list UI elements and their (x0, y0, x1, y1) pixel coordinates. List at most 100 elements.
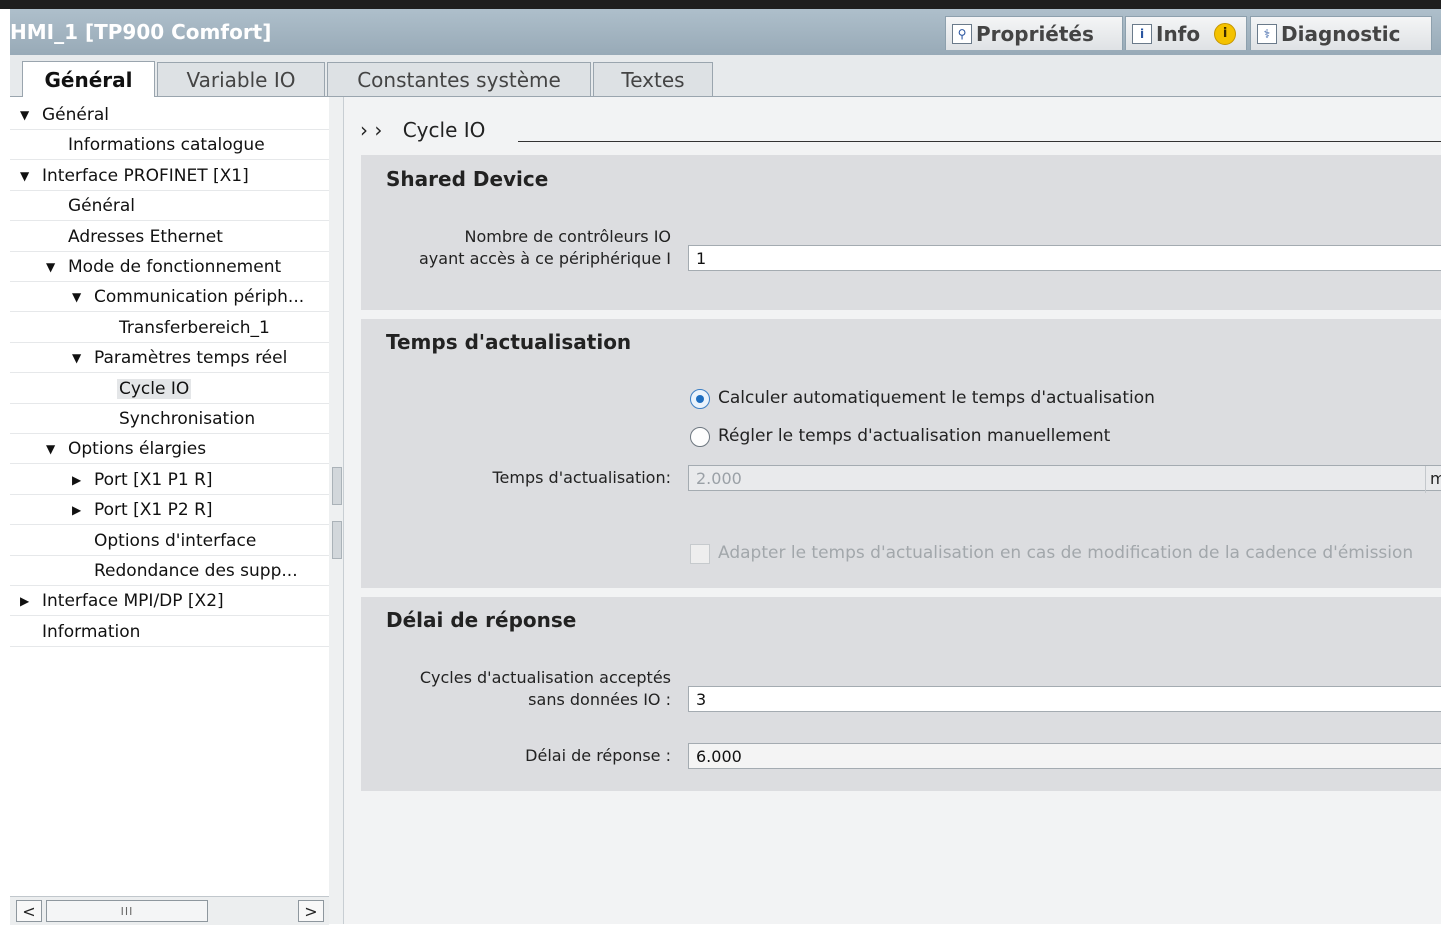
scroll-right-button[interactable]: > (298, 900, 324, 922)
tree-item[interactable]: ▶ Interface MPI/DP [X2] (10, 586, 329, 616)
expand-right-handle[interactable] (332, 521, 342, 559)
collapsed-triangle-icon[interactable]: ▶ (72, 473, 81, 487)
accepted-cycles-label-line2: sans données IO : (528, 690, 671, 709)
watchdog-time-field: 6.000 (688, 743, 1441, 769)
collapsed-triangle-icon[interactable]: ▶ (72, 503, 81, 517)
tree-item[interactable]: ▼ Mode de fonctionnement (10, 252, 329, 282)
window-frame-left (0, 9, 10, 924)
radio-manual-update-time[interactable] (690, 427, 710, 447)
accepted-cycles-label: Cycles d'actualisation acceptés sans don… (420, 667, 671, 711)
tree-item[interactable]: ▼ Interface PROFINET [X1] (10, 161, 329, 191)
tree-item-label: Interface PROFINET [X1] (42, 166, 249, 186)
watchdog-time-label: Délai de réponse : (525, 746, 671, 765)
heading-rule (518, 141, 1441, 142)
tree-item-label: Interface MPI/DP [X2] (42, 591, 224, 611)
info-warning-icon: i (1214, 22, 1237, 45)
tree-item[interactable]: ▶ Port [X1 P1 R] (10, 465, 329, 495)
tab-properties-label: Propriétés (976, 21, 1094, 46)
tree-item[interactable]: Redondance des supp... (10, 556, 329, 586)
tree-item-label: Paramètres temps réel (94, 348, 288, 368)
tree-item-label: Mode de fonctionnement (68, 257, 282, 277)
radio-auto-update-time[interactable] (690, 389, 710, 409)
tree-item-label: Port [X1 P2 R] (94, 500, 213, 520)
expanded-triangle-icon[interactable]: ▼ (20, 169, 29, 183)
tab-info-label: Info (1156, 21, 1201, 46)
update-time-section: Temps d'actualisation Calculer automatiq… (361, 319, 1441, 588)
radio-manual-label: Régler le temps d'actualisation manuelle… (718, 426, 1111, 446)
update-time-unit: m (1425, 466, 1441, 493)
collapsed-triangle-icon[interactable]: ▶ (20, 594, 29, 608)
expanded-triangle-icon[interactable]: ▼ (72, 290, 81, 304)
tab-texts[interactable]: Textes (593, 62, 713, 96)
tab-info[interactable]: i Info i (1125, 16, 1247, 50)
tab-properties[interactable]: ⚲ Propriétés (945, 16, 1123, 50)
expanded-triangle-icon[interactable]: ▼ (72, 351, 81, 365)
update-time-title: Temps d'actualisation (386, 330, 632, 354)
tab-system-constants[interactable]: Constantes système (327, 62, 591, 96)
tree-item-label: Adresses Ethernet (68, 227, 223, 247)
tree-item-label: Options élargies (68, 439, 207, 459)
breadcrumb-arrows-icon: › › (360, 118, 383, 142)
controllers-label-line2: ayant accès à ce périphérique I (419, 249, 671, 268)
update-time-label: Temps d'actualisation: (492, 468, 671, 487)
tree-item[interactable]: Transferbereich_1 (10, 313, 329, 343)
breadcrumb: › › Cycle IO (360, 118, 485, 142)
tab-general[interactable]: Général (22, 61, 155, 97)
diagnostic-icon: ⚕ (1257, 23, 1277, 44)
tree-item[interactable]: ▼ Communication périph... (10, 282, 329, 312)
update-time-field: 2.000 m (688, 465, 1441, 493)
tree-item[interactable]: Information (10, 617, 329, 647)
tree-item-label: Général (42, 105, 109, 125)
tree-item[interactable]: Synchronisation (10, 404, 329, 434)
tree-item-label: Port [X1 P1 R] (94, 470, 213, 490)
section-heading: Cycle IO (402, 118, 486, 142)
shared-device-title: Shared Device (386, 167, 549, 191)
window-title: HMI_1 [TP900 Comfort] (10, 20, 272, 44)
tree-item[interactable]: ▼ Général (10, 100, 329, 130)
expanded-triangle-icon[interactable]: ▼ (46, 260, 55, 274)
expanded-triangle-icon[interactable]: ▼ (20, 108, 29, 122)
adapt-update-time-label: Adapter le temps d'actualisation en cas … (718, 543, 1414, 563)
tree-item-label: Options d'interface (94, 531, 257, 551)
shared-device-section: Shared Device Nombre de contrôleurs IO a… (361, 155, 1441, 310)
tree-item[interactable]: Général (10, 191, 329, 221)
scroll-thumb[interactable]: III (46, 900, 208, 922)
expanded-triangle-icon[interactable]: ▼ (46, 442, 55, 456)
radio-auto-label: Calculer automatiquement le temps d'actu… (718, 388, 1155, 408)
tree-item[interactable]: Adresses Ethernet (10, 222, 329, 252)
tab-diagnostic[interactable]: ⚕ Diagnostic (1250, 16, 1432, 50)
tree-item[interactable]: Cycle IO (10, 374, 329, 404)
properties-icon: ⚲ (952, 23, 972, 44)
navigation-tree: ▼ Général Informations catalogue ▼ Interface… (10, 97, 330, 897)
tree-item-label: Communication périph... (94, 287, 305, 307)
accepted-cycles-field[interactable]: 3 (688, 686, 1441, 712)
adapt-update-time-checkbox (690, 544, 710, 564)
controllers-count-label: Nombre de contrôleurs IO ayant accès à c… (419, 226, 671, 270)
controllers-count-field[interactable]: 1 (688, 245, 1441, 271)
tree-item-label: Transferbereich_1 (119, 318, 270, 338)
controllers-label-line1: Nombre de contrôleurs IO (464, 227, 672, 246)
tree-item-label: Cycle IO (117, 379, 192, 399)
tree-horizontal-scrollbar[interactable]: < III > (10, 896, 329, 925)
collapse-left-handle[interactable] (332, 467, 342, 505)
watchdog-title: Délai de réponse (386, 608, 577, 632)
info-icon: i (1132, 23, 1152, 44)
scroll-left-button[interactable]: < (16, 900, 42, 922)
tree-item-label: Général (68, 196, 135, 216)
tree-item[interactable]: ▼ Options élargies (10, 434, 329, 464)
tree-item-label: Informations catalogue (68, 135, 265, 155)
tree-item[interactable]: Options d'interface (10, 526, 329, 556)
watchdog-section: Délai de réponse Cycles d'actualisation … (361, 597, 1441, 791)
tab-variable-io[interactable]: Variable IO (157, 62, 325, 96)
tab-diagnostic-label: Diagnostic (1281, 21, 1401, 46)
window-frame-top (0, 0, 1441, 9)
tree-item[interactable]: ▼ Paramètres temps réel (10, 343, 329, 373)
accepted-cycles-label-line1: Cycles d'actualisation acceptés (419, 668, 671, 687)
tree-item[interactable]: ▶ Port [X1 P2 R] (10, 495, 329, 525)
tree-item-label: Information (42, 622, 141, 642)
update-time-value: 2.000 (696, 469, 742, 488)
tree-item[interactable]: Informations catalogue (10, 130, 329, 160)
panel-splitter[interactable] (329, 97, 344, 924)
tree-item-label: Synchronisation (119, 409, 256, 429)
tree-item-label: Redondance des supp... (94, 561, 298, 581)
